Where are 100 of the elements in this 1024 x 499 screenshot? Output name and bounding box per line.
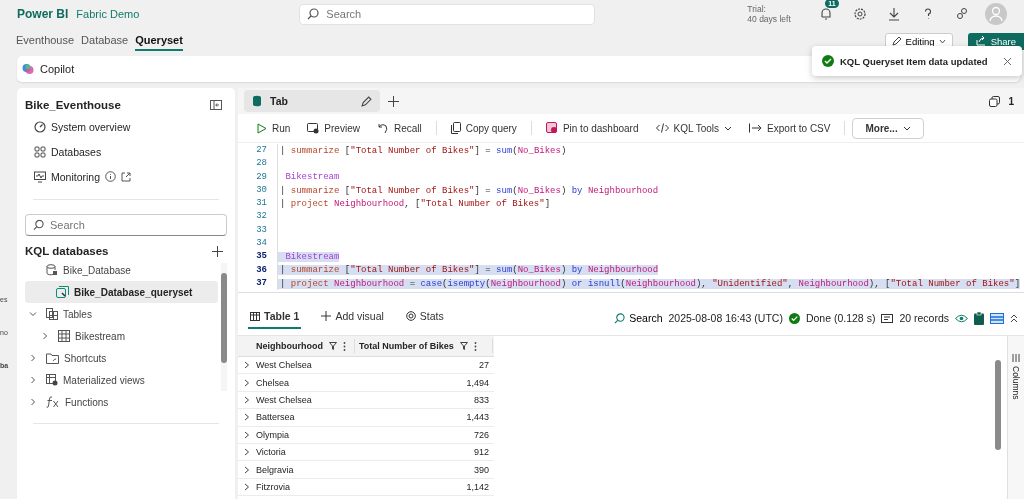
query-status: Done (0.128 s) [805, 312, 876, 324]
filter-icon[interactable] [459, 342, 468, 350]
column-menu-icon[interactable] [343, 341, 346, 351]
code-line: | project Neighbourhood, ["Total Number of Bikes"] [279, 198, 551, 209]
stats-icon [405, 311, 416, 321]
section-heading: KQL databases [25, 245, 109, 257]
tree-item[interactable]: Materialized views [25, 369, 218, 391]
app-brand[interactable]: Power BI [17, 7, 69, 21]
external-link-icon[interactable] [121, 171, 132, 182]
toolbar-button[interactable]: Run [250, 119, 298, 137]
caret-icon [938, 38, 946, 44]
table-view-icon [46, 374, 58, 386]
tables-icon [46, 308, 58, 320]
sidebar-item[interactable]: Databases [25, 139, 227, 164]
line-number: 33 [238, 223, 278, 238]
table-cell-text: Fitzrovia [256, 481, 291, 492]
tree-item[interactable]: Bike_Database [25, 259, 218, 281]
add-icon[interactable] [212, 245, 223, 257]
nav-tab[interactable]: Queryset [135, 31, 183, 51]
sidebar-title: Bike_Eventhouse [25, 99, 121, 111]
toolbar-button[interactable]: More... [852, 117, 924, 139]
table-cell-text: 1,443 [465, 412, 489, 423]
toolbar-button[interactable]: Export to CSV [742, 119, 838, 137]
workspace-name[interactable]: Fabric Demo [76, 8, 140, 20]
query-timestamp: 2025-08-08 16:43 (UTC) [668, 312, 783, 324]
table-cell-text: 1,494 [465, 377, 489, 388]
tree-item[interactable]: Functions [25, 391, 218, 413]
results-tab[interactable]: Add visual [319, 307, 386, 329]
tree-item[interactable]: Shortcuts [25, 347, 218, 369]
nav-tab[interactable]: Eventhouse [16, 31, 75, 51]
close-icon[interactable] [1003, 56, 1012, 66]
play-icon [257, 122, 267, 134]
eye-icon[interactable] [955, 313, 968, 323]
export-icon [749, 123, 763, 133]
settings-icon[interactable] [853, 7, 868, 21]
scrollbar[interactable] [221, 263, 227, 391]
table-cell-text: Belgravia [256, 464, 295, 475]
code-icon [655, 123, 669, 133]
nav-tab[interactable]: Database [81, 31, 129, 51]
layout-icon[interactable] [990, 312, 1004, 324]
column-header[interactable]: Total Number of Bikes [359, 341, 454, 351]
tree-item[interactable]: Bikestream [25, 325, 218, 347]
copy-icon[interactable] [989, 95, 1001, 107]
code-line: Bikestream [284, 172, 340, 183]
queryset-icon [56, 286, 69, 298]
table-cell-text: West Chelsea [256, 394, 313, 405]
collapse-panel-icon[interactable] [210, 100, 222, 110]
info-icon[interactable] [105, 171, 117, 182]
clipboard-icon[interactable] [974, 311, 984, 325]
table-cell-text: West Chelsea [256, 360, 313, 371]
add-icon[interactable] [388, 95, 399, 107]
copilot-label[interactable]: Copilot [40, 63, 75, 75]
column-header[interactable]: Neighbourhood [256, 341, 323, 351]
tree-item[interactable]: Tables [25, 303, 218, 325]
search-button[interactable]: Search [614, 312, 663, 324]
folder-icon [46, 352, 59, 364]
check-icon [822, 55, 834, 67]
editor-tab[interactable]: Tab [244, 90, 380, 112]
search-icon [614, 312, 626, 324]
search-field[interactable]: Search [299, 3, 596, 25]
table-cell-text: Chelsea [256, 377, 291, 388]
sidebar-item[interactable]: System overview [25, 114, 227, 139]
line-number: 34 [238, 237, 278, 251]
pencil-icon[interactable] [361, 95, 372, 107]
line-number: 27 [238, 144, 278, 158]
line-number: 30 [238, 183, 278, 198]
preview-icon [307, 122, 320, 134]
dashboard-pin-icon [545, 122, 558, 134]
toolbar-button[interactable]: Preview [300, 119, 367, 137]
toolbar-button[interactable]: Copy query [443, 119, 524, 137]
sidebar-item[interactable]: Monitoring [25, 164, 227, 189]
table-cell-text: 27 [478, 360, 489, 371]
caret-icon [724, 125, 733, 131]
table-icon [58, 330, 70, 342]
results-tab[interactable]: Table 1 [248, 307, 302, 329]
search-field[interactable]: Search [25, 214, 227, 236]
check-icon [788, 312, 800, 324]
results-tab[interactable]: Stats [403, 307, 446, 329]
table-cell-text: 726 [472, 429, 489, 440]
code-line: | summarize ["Total Number of Bikes"] = sum(No_Bikes) by Neighbourhood [279, 185, 659, 196]
filter-icon[interactable] [329, 342, 337, 350]
bell-icon[interactable] [819, 7, 834, 21]
table-cell-text: 1,142 [465, 481, 489, 492]
toolbar-button[interactable]: Pin to dashboard [538, 119, 646, 137]
people-icon[interactable] [955, 7, 970, 21]
code-line: | summarize ["Total Number of Bikes"] = sum(No_Bikes) [279, 145, 567, 156]
pencil-icon [891, 36, 902, 46]
columns-panel-tab[interactable]: Columns [1011, 366, 1021, 400]
toolbar-button[interactable]: Recall [369, 119, 429, 137]
tree-item[interactable]: Bike_Database_queryset [25, 281, 218, 303]
collapse-icon[interactable] [1010, 313, 1018, 323]
table-cell-text: 912 [472, 447, 489, 458]
line-number: 32 [238, 210, 278, 224]
column-menu-icon[interactable] [473, 341, 477, 351]
grid-icon [34, 145, 46, 158]
download-icon[interactable] [887, 7, 902, 21]
line-number: 31 [238, 197, 278, 211]
function-icon [46, 396, 60, 408]
toolbar-button[interactable]: KQL Tools [648, 119, 740, 137]
line-number: 29 [238, 170, 278, 184]
